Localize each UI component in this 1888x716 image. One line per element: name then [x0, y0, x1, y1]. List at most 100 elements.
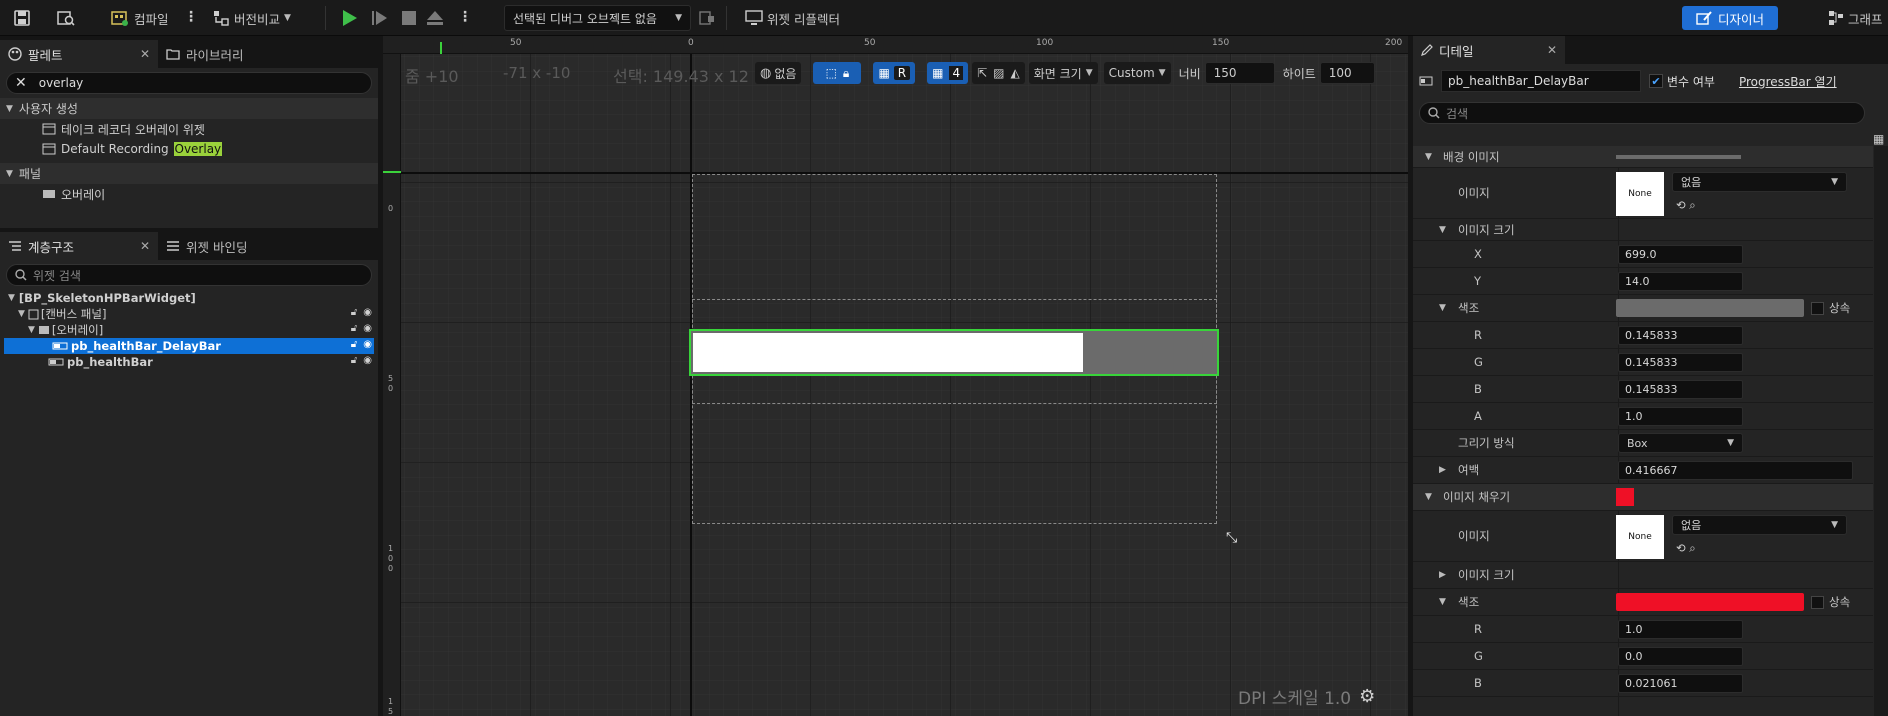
tab-widget-bindings[interactable]: 위젯 바인딩 [158, 232, 328, 260]
prop-margin[interactable]: ▶ 여백 0.416667 [1413, 457, 1873, 484]
locale-button[interactable]: ◍ 없음 [755, 62, 802, 84]
tint-g-input[interactable]: 0.145833 [1618, 352, 1743, 372]
prop-bg-image-size[interactable]: ▼ 이미지 크기 [1413, 219, 1873, 241]
fill-r-input[interactable]: 1.0 [1618, 619, 1743, 639]
inherit-checkbox[interactable] [1811, 301, 1824, 315]
details-scrollbar[interactable] [1874, 146, 1888, 716]
widget-reflector-button[interactable]: 위젯 리플렉터 [745, 5, 840, 31]
eye-icon[interactable]: ◉ [363, 323, 372, 334]
fill-mode-dropdown[interactable]: Custom ▼ [1103, 62, 1171, 84]
graph-mode-button[interactable]: 그래프 [1828, 5, 1883, 31]
prop-fill-image-size[interactable]: ▶ 이미지 크기 [1413, 562, 1873, 589]
debug-find-icon[interactable] [698, 9, 716, 27]
safe-zone-toggle[interactable]: ⬚ 🔒︎ [813, 62, 862, 84]
browse-icon[interactable] [56, 8, 76, 28]
palette-item-take-recorder[interactable]: 테이크 레코더 오버레이 위젯 [0, 119, 378, 139]
inherit-checkbox[interactable] [1811, 595, 1824, 609]
open-progressbar-link[interactable]: ProgressBar 열기 [1739, 73, 1837, 90]
height-input[interactable]: 100 [1319, 62, 1375, 84]
gear-icon[interactable]: ⚙ [1359, 686, 1375, 707]
eye-icon[interactable]: ◉ [363, 307, 372, 318]
search-icon [15, 269, 27, 281]
stop-icon[interactable] [398, 7, 420, 29]
chevron-down-icon: ▼ [1425, 151, 1432, 162]
tree-pb-healthbar[interactable]: pb_healthBar 🔓︎ ◉ [0, 354, 378, 370]
close-icon[interactable]: ✕ [140, 239, 150, 253]
close-icon[interactable]: ✕ [1547, 43, 1557, 57]
browse-to-asset-icon[interactable]: ⟲ ⌕ [1676, 541, 1696, 556]
chevron-down-icon: ▼ [1439, 597, 1446, 607]
image-asset-dropdown[interactable]: 없음 ▼ [1672, 172, 1847, 192]
progress-bar-delaybar[interactable] [689, 329, 1219, 376]
category-label: 패널 [18, 167, 42, 181]
lock-icon[interactable]: 🔓︎ [351, 355, 357, 366]
tree-canvas-panel[interactable]: ▼ [캔버스 패널] 🔓︎ ◉ [0, 306, 378, 322]
save-icon[interactable] [12, 8, 32, 28]
preview-tools[interactable]: ⇱ ▨ ◭ [972, 62, 1025, 84]
section-background-image[interactable]: ▼ 배경 이미지 [1413, 146, 1873, 168]
prop-fill-tint[interactable]: ▼ 색조 상속 [1413, 589, 1873, 616]
image-thumbnail[interactable]: None [1616, 515, 1664, 559]
category-panel[interactable]: ▼ 패널 [0, 163, 378, 184]
fill-b-input[interactable]: 0.021061 [1618, 673, 1743, 693]
palette-search-input[interactable]: ✕ overlay [6, 72, 372, 94]
draw-as-dropdown[interactable]: Box ▼ [1618, 433, 1743, 453]
browse-to-asset-icon[interactable]: ⟲ ⌕ [1676, 198, 1696, 213]
fill-g-input[interactable]: 0.0 [1618, 646, 1743, 666]
clear-search-icon[interactable]: ✕ [15, 75, 27, 91]
prop-bg-tint[interactable]: ▼ 색조 상속 [1413, 295, 1873, 322]
chevron-down-icon: ▼ [675, 13, 682, 23]
lock-icon[interactable]: 🔓︎ [351, 307, 357, 318]
width-input[interactable]: 150 [1204, 62, 1275, 84]
palette-item-overlay[interactable]: 오버레이 [0, 184, 378, 204]
fill-tint-swatch[interactable] [1616, 593, 1804, 611]
category-user-created[interactable]: ▼ 사용자 생성 [0, 98, 378, 119]
lock-icon[interactable]: 🔓︎ [351, 339, 357, 350]
grid-snap-toggle[interactable]: ▦ 4 [927, 62, 969, 84]
eye-icon[interactable]: ◉ [363, 355, 372, 366]
widget-name-input[interactable]: pb_healthBar_DelayBar [1441, 70, 1641, 92]
play-icon[interactable] [338, 7, 360, 29]
lock-icon[interactable]: 🔓︎ [351, 323, 357, 334]
designer-brush-icon [1696, 11, 1712, 25]
tint-r-input[interactable]: 0.145833 [1618, 325, 1743, 345]
image-asset-dropdown[interactable]: 없음 ▼ [1672, 515, 1847, 535]
widget-search-input[interactable]: 위젯 검색 [6, 264, 372, 286]
designer-mode-button[interactable]: 디자이너 [1682, 6, 1779, 30]
compile-button[interactable]: 컴파일 [110, 5, 169, 31]
image-thumbnail[interactable]: None [1616, 172, 1664, 216]
bg-tint-swatch[interactable] [1616, 299, 1804, 317]
tab-library[interactable]: 라이브러리 [158, 40, 328, 68]
section-fill-image[interactable]: ▼ 이미지 채우기 [1413, 484, 1873, 511]
resize-handle-icon[interactable]: ⤡ [1226, 530, 1237, 546]
close-icon[interactable]: ✕ [140, 47, 150, 61]
tab-hierarchy[interactable]: 계층구조 ✕ [0, 232, 158, 260]
play-options-icon[interactable]: ⋮ [458, 9, 472, 25]
size-x-input[interactable]: 699.0 [1618, 244, 1743, 264]
chevron-down-icon: ▼ [284, 13, 291, 23]
debug-object-dropdown[interactable]: 선택된 디버그 오브젝트 없음 ▼ [504, 5, 691, 31]
screen-size-dropdown[interactable]: 화면 크기 ▼ [1028, 62, 1098, 84]
size-y-input[interactable]: 14.0 [1618, 271, 1743, 291]
tab-palette[interactable]: 팔레트 ✕ [0, 40, 158, 68]
compile-options-icon[interactable]: ⋮ [184, 9, 198, 25]
tint-b-input[interactable]: 0.145833 [1618, 379, 1743, 399]
diff-button[interactable]: 버전비교 ▼ [212, 5, 291, 31]
margin-input[interactable]: 0.416667 [1618, 460, 1853, 480]
eject-icon[interactable] [424, 7, 446, 29]
eye-icon[interactable]: ◉ [363, 339, 372, 350]
palette-item-default-recording-overlay[interactable]: Default Recording Overlay [0, 139, 378, 159]
details-search-input[interactable]: 검색 [1419, 102, 1865, 124]
table-view-icon[interactable]: ▦ [1873, 132, 1884, 146]
prop-label: G [1474, 355, 1483, 369]
respect-locks-toggle[interactable]: ▦ R [873, 62, 916, 84]
tree-root[interactable]: ▼ [BP_SkeletonHPBarWidget] [0, 290, 378, 306]
tab-details[interactable]: 디테일 ✕ [1413, 36, 1565, 64]
tree-overlay[interactable]: ▼ [오버레이] 🔓︎ ◉ [0, 322, 378, 338]
is-variable-checkbox[interactable]: ✔ [1649, 74, 1663, 88]
tree-pb-healthbar-delaybar[interactable]: pb_healthBar_DelayBar 🔓︎ ◉ [4, 338, 374, 354]
designer-viewport[interactable]: 50 0 50 100 150 200 0 5 0 1 0 0 1 5 줌 +1… [383, 36, 1408, 716]
step-icon[interactable] [368, 7, 390, 29]
tint-a-input[interactable]: 1.0 [1618, 406, 1743, 426]
inherit-label: 상속 [1829, 595, 1851, 609]
